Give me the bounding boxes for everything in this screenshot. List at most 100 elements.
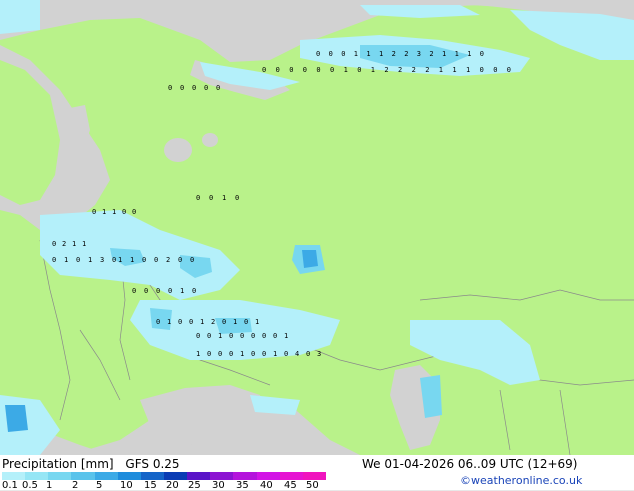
grid-value: 0 (262, 332, 266, 340)
grid-value: 0 (240, 332, 244, 340)
precip-area-moscow-core (302, 250, 318, 268)
grid-value: 1 (196, 350, 200, 358)
legend-swatch (164, 472, 188, 480)
grid-value: 0 (196, 194, 200, 202)
grid-value: 0 (207, 332, 211, 340)
grid-value: 0 (112, 256, 116, 264)
grid-value: 0 (329, 50, 333, 58)
grid-value: 4 (295, 350, 299, 358)
grid-value: 0 (306, 350, 310, 358)
legend-tick-label: 2 (72, 480, 79, 491)
legend-swatch (210, 472, 234, 480)
grid-value: 1 (439, 66, 443, 74)
grid-value: 0 (190, 256, 194, 264)
grid-value: 1 (180, 287, 184, 295)
legend-swatch (48, 472, 72, 480)
legend-tick-label: 40 (260, 480, 273, 491)
grid-value: 1 (379, 50, 383, 58)
legend-swatch (279, 472, 303, 480)
grid-value: 1 (82, 240, 86, 248)
grid-value: 1 (64, 256, 68, 264)
grid-value: 0 (204, 84, 208, 92)
credit[interactable]: ©weatheronline.co.uk (460, 474, 582, 487)
grid-value: 0 (330, 66, 334, 74)
grid-value: 0 (122, 208, 126, 216)
grid-value: 2 (425, 66, 429, 74)
grid-value: 0 (192, 84, 196, 92)
grid-value: 0 (52, 256, 56, 264)
grid-value: 0 (493, 66, 497, 74)
grid-value: 1 (118, 256, 122, 264)
map-title: Precipitation [mm] GFS 0.25 (2, 457, 180, 471)
grid-value: 1 (102, 208, 106, 216)
grid-value: 0 (132, 208, 136, 216)
legend-swatch (256, 472, 280, 480)
precip-area-southwest-core (5, 405, 28, 432)
grid-value: 0 (284, 350, 288, 358)
grid-value: 0 (316, 66, 320, 74)
legend-swatch (2, 472, 26, 480)
legend-swatch (94, 472, 118, 480)
grid-value: 0 (52, 240, 56, 248)
grid-value: 0 (209, 194, 213, 202)
grid-value: 2 (392, 50, 396, 58)
grid-value: 0 (480, 50, 484, 58)
legend-tick-label: 25 (188, 480, 201, 491)
lake-ladoga (164, 138, 192, 162)
legend-swatch (25, 472, 49, 480)
title-text: Precipitation [mm] (2, 457, 114, 471)
legend-tick-label: 5 (96, 480, 103, 491)
grid-value: 0 (303, 66, 307, 74)
grid-value: 1 (88, 256, 92, 264)
legend-tick-label: 0.1 (2, 480, 18, 491)
grid-value: 0 (180, 84, 184, 92)
model-text: GFS 0.25 (125, 457, 180, 471)
precip-area-northwest (0, 0, 40, 34)
grid-value: 1 (366, 50, 370, 58)
grid-value: 1 (130, 256, 134, 264)
legend-tick-label: 30 (212, 480, 225, 491)
grid-value: 0 (229, 350, 233, 358)
grid-value: 0 (262, 66, 266, 74)
grid-value: 0 (156, 287, 160, 295)
grid-value: 1 (72, 240, 76, 248)
legend-tick-label: 45 (284, 480, 297, 491)
grid-value: 2 (62, 240, 66, 248)
legend-tick-label: 15 (144, 480, 157, 491)
grid-value: 1 (222, 194, 226, 202)
grid-value: 0 (156, 318, 160, 326)
grid-value: 0 (273, 332, 277, 340)
grid-value: 0 (251, 332, 255, 340)
grid-value: 1 (467, 50, 471, 58)
legend-tick-label: 35 (236, 480, 249, 491)
grid-value: 0 (222, 318, 226, 326)
grid-value: 0 (132, 287, 136, 295)
grid-value: 0 (142, 256, 146, 264)
map-canvas: 0 0 0 1 1 1 2 2 3 2 1 1 1 00 0 0 0 0 0 1 0 1 2 2 2 2 1 1 1 0 0 00 0 0 0 00 0… (0, 0, 634, 455)
legend-tick-label: 0.5 (22, 480, 38, 491)
footer: Precipitation [mm] GFS 0.25 We 01-04-202… (0, 455, 634, 491)
grid-value: 0 (92, 208, 96, 216)
grid-value: 0 (168, 84, 172, 92)
grid-value: 0 (507, 66, 511, 74)
grid-value: 0 (235, 194, 239, 202)
grid-value: 1 (354, 50, 358, 58)
grid-value: 0 (276, 66, 280, 74)
grid-value: 1 (466, 66, 470, 74)
precipitation-map: 0001112232111000000010122221110000000000… (0, 0, 634, 455)
grid-value: 2 (166, 256, 170, 264)
grid-value: 1 (452, 66, 456, 74)
grid-value: 0 (262, 350, 266, 358)
grid-value: 1 (284, 332, 288, 340)
grid-value: 0 (196, 332, 200, 340)
grid-value: 1 (233, 318, 237, 326)
grid-value: 1 (255, 318, 259, 326)
grid-value: 3 (417, 50, 421, 58)
legend-swatch (302, 472, 326, 480)
grid-value: 0 (144, 287, 148, 295)
grid-value: 1 (200, 318, 204, 326)
grid-value: 2 (404, 50, 408, 58)
grid-value: 2 (412, 66, 416, 74)
grid-value: 1 (455, 50, 459, 58)
grid-value: 0 (244, 318, 248, 326)
